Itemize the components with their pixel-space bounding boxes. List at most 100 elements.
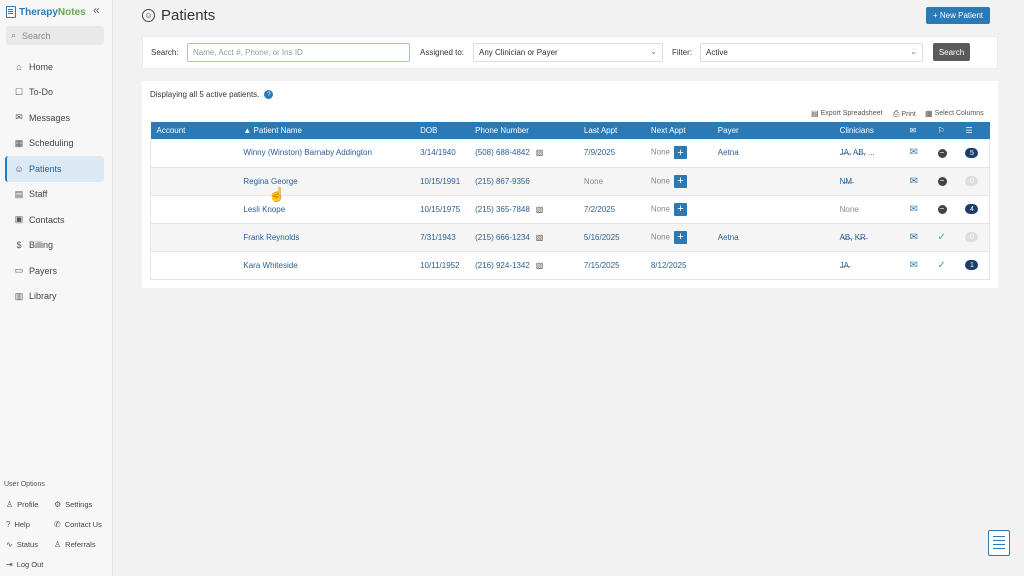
profile-link[interactable]: ♙ Profile [6, 500, 38, 509]
last-appt-link[interactable]: 7/2/2025 [577, 195, 645, 224]
search-label: Search: [151, 48, 179, 57]
patient-name-link[interactable]: Winny (Winston) Barnaby Addington [237, 139, 415, 168]
settings-label: Settings [65, 500, 93, 509]
add-appointment-button[interactable]: + [673, 202, 687, 216]
mail-icon[interactable]: ✉ [910, 176, 918, 187]
col-payer[interactable]: Payer [711, 122, 834, 139]
dob-cell: 3/14/1940 [414, 139, 470, 168]
settings-link[interactable]: ⚙ Settings [54, 500, 92, 509]
logout-link[interactable]: ⇥ Log Out [6, 560, 43, 569]
filter-select[interactable]: Active ⌄ [700, 43, 923, 62]
patient-name-link[interactable]: Regina George [237, 167, 415, 196]
sidebar-search-input[interactable]: ⌕ Search [6, 26, 104, 45]
print-label: Print [901, 110, 916, 118]
sidebar-item-messages[interactable]: ✉ Messages [5, 105, 104, 131]
count-badge[interactable]: 1 [965, 260, 979, 271]
add-appointment-button[interactable]: + [673, 230, 687, 244]
status-cell: ✓ [931, 251, 960, 280]
print-link[interactable]: ⎙ Print [893, 109, 916, 119]
mail-cell: ✉ [903, 223, 932, 252]
help-icon: ? [6, 520, 11, 529]
patient-search-placeholder: Name, Acct #, Phone, or Ins ID [193, 48, 303, 57]
count-cell: 4 [959, 195, 991, 224]
col-last-appt[interactable]: Last Appt [577, 122, 645, 139]
library-icon: ▥ [14, 290, 24, 301]
count-badge[interactable]: 5 [965, 148, 979, 158]
mail-icon[interactable]: ✉ [910, 260, 918, 271]
minus-circle-icon: − [937, 176, 947, 186]
next-appt-text: None [650, 147, 670, 157]
table-row[interactable]: Winny (Winston) Barnaby Addington 3/14/1… [150, 139, 991, 168]
payer-cell: Aetna [711, 223, 834, 252]
chevron-down-icon: ⌄ [910, 47, 917, 56]
payer-cell [711, 195, 834, 224]
payer-cell: Aetna [711, 139, 834, 168]
sidebar-item-contacts[interactable]: ▣ Contacts [5, 207, 104, 233]
patients-card: Displaying all 5 active patients.? ▤ Expo… [142, 81, 998, 288]
account-cell [150, 167, 238, 196]
dob-cell: 10/15/1991 [414, 167, 470, 196]
last-appt-link[interactable]: 7/15/2025 [577, 251, 645, 280]
col-phone[interactable]: Phone Number [469, 122, 578, 139]
sidebar-item-payers[interactable]: ▭ Payers [5, 258, 104, 284]
last-appt-link[interactable]: 5/16/2025 [577, 223, 645, 252]
therapynotes-logo[interactable]: Therapy Notes [6, 4, 86, 20]
next-appt-text: None [650, 176, 670, 186]
patient-icon: ☺ [14, 163, 24, 174]
help-link[interactable]: ? Help [6, 520, 30, 529]
sidebar-item-todo[interactable]: ☐ To-Do [5, 80, 104, 106]
count-badge[interactable]: 0 [965, 232, 979, 243]
patient-search-input[interactable]: Name, Acct #, Phone, or Ins ID [187, 43, 410, 62]
status-link[interactable]: ∿ Status [6, 540, 38, 549]
referrals-label: Referrals [65, 540, 96, 549]
count-badge[interactable]: 4 [965, 204, 979, 215]
sidebar-item-library[interactable]: ▥ Library [5, 284, 104, 310]
add-appointment-button[interactable]: + [673, 146, 687, 160]
patient-name-link[interactable]: Frank Reynolds [237, 223, 415, 252]
notes-widget-icon[interactable] [988, 530, 1010, 556]
col-patient-name[interactable]: ▲ Patient Name [237, 122, 415, 139]
last-appt-link[interactable]: 7/9/2025 [577, 139, 645, 168]
col-list-icon[interactable]: ☰ [959, 122, 990, 139]
col-dob[interactable]: DOB [414, 122, 470, 139]
payer-cell [711, 167, 834, 196]
col-account[interactable]: Account [150, 122, 238, 139]
help-icon[interactable]: ? [264, 90, 274, 99]
mail-icon[interactable]: ✉ [910, 232, 918, 243]
export-spreadsheet-link[interactable]: ▤ Export Spreadsheet [811, 109, 882, 118]
sidebar-item-label: Patients [29, 163, 62, 174]
page-title-text: Patients [161, 7, 216, 24]
assigned-select[interactable]: Any Clinician or Payer ⌄ [473, 43, 663, 62]
staff-icon: ▤ [14, 188, 24, 199]
patient-name-link[interactable]: Lesli Knope [237, 195, 415, 224]
col-clinicians[interactable]: Clinicians [833, 122, 904, 139]
sidebar-item-home[interactable]: ⌂ Home [5, 54, 104, 80]
sidebar-item-staff[interactable]: ▤ Staff [5, 182, 104, 208]
mail-icon[interactable]: ✉ [910, 204, 918, 215]
contact-us-link[interactable]: ✆ Contact Us [54, 520, 102, 529]
table-row[interactable]: Frank Reynolds 7/31/1943 (215) 666-1234 ▧… [150, 223, 991, 252]
sidebar-item-patients[interactable]: ☺ Patients [5, 156, 104, 182]
col-next-appt[interactable]: Next Appt [644, 122, 712, 139]
count-badge[interactable]: 0 [965, 176, 979, 187]
sidebar-item-billing[interactable]: $ Billing [5, 233, 104, 259]
next-appt-link[interactable]: 8/12/2025 [644, 251, 712, 280]
new-patient-button[interactable]: + New Patient [926, 7, 990, 24]
chevron-down-icon: ⌄ [650, 47, 657, 56]
next-appt-cell: None + [644, 223, 712, 252]
col-mail-icon[interactable]: ✉ [903, 122, 932, 139]
select-columns-link[interactable]: ▦ Select Columns [925, 109, 984, 118]
phone-cell: (215) 867-9356 [469, 167, 578, 196]
patient-name-link[interactable]: Kara Whiteside [237, 251, 415, 280]
status-cell: − [931, 139, 960, 168]
referrals-link[interactable]: ♙ Referrals [54, 540, 96, 549]
col-flag-icon[interactable]: ⚐ [931, 122, 960, 139]
table-row[interactable]: Kara Whiteside 10/11/1952 (216) 924-1342… [150, 251, 991, 280]
search-button[interactable]: Search [933, 43, 970, 61]
sidebar-item-scheduling[interactable]: ▦ Scheduling [5, 131, 104, 157]
add-appointment-button[interactable]: + [673, 174, 687, 188]
minus-circle-icon: − [937, 148, 947, 158]
mail-icon[interactable]: ✉ [910, 147, 918, 158]
clinicians-cell: None [833, 195, 904, 224]
collapse-sidebar-icon[interactable]: « [93, 3, 100, 17]
